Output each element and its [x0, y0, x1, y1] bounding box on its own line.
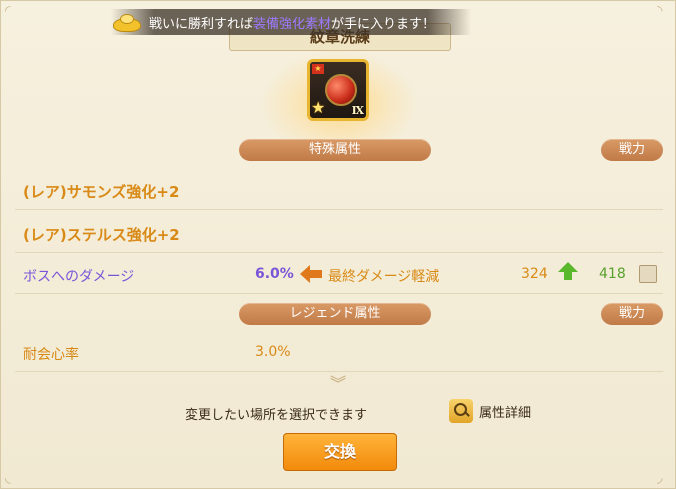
corner-ornament: ◞ [657, 470, 663, 486]
current-power-value: 418 [599, 266, 626, 282]
crit-resist-value: 3.0% [255, 344, 291, 360]
banner-text: 戦いに勝利すれば装備強化素材が手に入ります！ [149, 13, 435, 32]
legend-attribute-header: レジェンド属性 [239, 303, 431, 325]
refine-panel: ◜ ◝ ◟ ◞ 紋章洗練 戦いに勝利すれば装備強化素材が手に入ります！ ★ ★ … [0, 0, 676, 489]
special-attribute-2[interactable]: (レア)ステルス強化+2 [23, 224, 180, 245]
emblem-rank: Ⅸ [351, 104, 364, 117]
star-icon: ★ [311, 98, 326, 117]
special-attribute-header: 特殊属性 [239, 139, 431, 161]
divider [15, 252, 663, 253]
divider [15, 293, 663, 294]
boss-damage-value: 6.0% [255, 266, 294, 282]
exchange-button[interactable]: 交換 [283, 433, 397, 471]
banner-highlight: 装備強化素材 [253, 16, 332, 32]
corner-ornament: ◜ [5, 3, 11, 19]
crit-resist-label[interactable]: 耐会心率 [23, 344, 79, 364]
new-power-value: 324 [521, 266, 548, 282]
hint-text: 変更したい場所を選択できます [185, 408, 368, 423]
divider [15, 371, 663, 372]
final-damage-reduction-label: 最終ダメージ軽減 [328, 269, 440, 285]
attribute-detail-label: 属性詳細 [479, 405, 532, 421]
corner-ornament: ◝ [657, 3, 663, 19]
special-attribute-1[interactable]: (レア)サモンズ強化+2 [23, 181, 179, 202]
special-power-button[interactable]: 戦力 [601, 139, 663, 161]
lock-checkbox[interactable] [639, 265, 657, 283]
flag-icon: ★ [312, 64, 324, 74]
gem-icon [325, 74, 357, 106]
banner-suffix: が手に入ります！ [331, 16, 436, 32]
attribute-detail-button[interactable]: 属性詳細 [449, 399, 531, 423]
legend-power-button[interactable]: 戦力 [601, 303, 663, 325]
corner-ornament: ◟ [5, 470, 11, 486]
magnifier-icon [449, 399, 473, 423]
divider [15, 209, 663, 210]
emblem-icon[interactable]: ★ ★ Ⅸ [307, 59, 369, 121]
reward-banner: 戦いに勝利すれば装備強化素材が手に入ります！ [111, 9, 471, 35]
banner-prefix: 戦いに勝利すれば [149, 16, 254, 32]
chevron-down-icon[interactable]: ︾ [327, 376, 349, 392]
boss-damage-label[interactable]: ボスへのダメージ [23, 266, 134, 286]
gold-ingot-icon [111, 12, 141, 32]
